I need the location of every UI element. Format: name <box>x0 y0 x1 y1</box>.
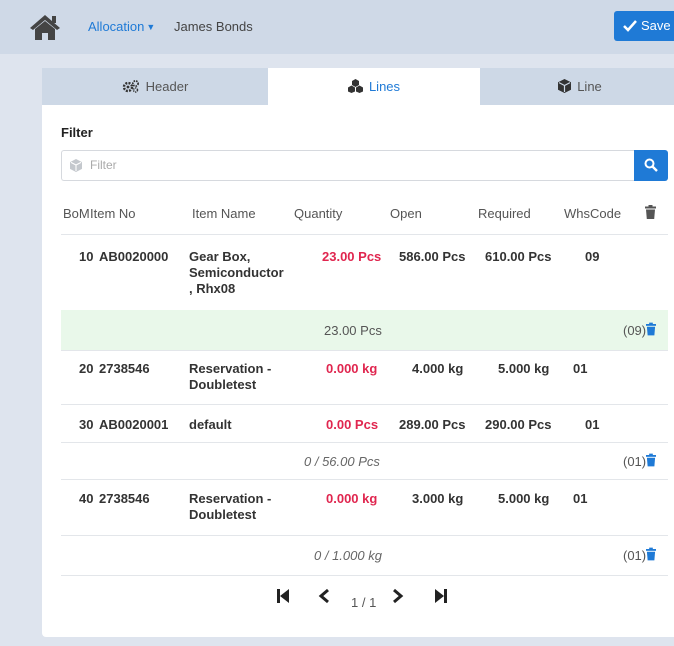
divider <box>61 234 668 235</box>
row-20-item-name: Reservation - Doubletest <box>189 361 271 393</box>
row-30-required: 290.00 Pcs <box>485 417 552 432</box>
divider <box>61 404 668 405</box>
filter-title: Filter <box>61 125 93 140</box>
row-40-bom: 40 <box>79 491 94 506</box>
row-10-required: 610.00 Pcs <box>485 249 552 264</box>
row-40-required: 5.000 kg <box>498 491 550 506</box>
row-10-bom: 10 <box>79 249 94 264</box>
row-10-quantity: 23.00 Pcs <box>322 249 382 264</box>
row-40-item-no[interactable]: 2738546 <box>99 491 150 506</box>
item-name-line: , Rhx08 <box>189 281 236 296</box>
chevron-down-icon: ▼ <box>146 22 156 32</box>
col-bom[interactable]: BoM <box>63 206 90 221</box>
row-30-sub-whs: (01) <box>623 454 647 469</box>
cube-icon <box>70 159 82 172</box>
row-20-quantity: 0.000 kg <box>326 361 378 376</box>
tab-header-label: Header <box>145 79 189 94</box>
tab-lines[interactable]: Lines <box>268 68 480 107</box>
divider <box>61 442 668 443</box>
row-20-bom: 20 <box>79 361 94 376</box>
top-bar: Allocation ▼ James Bonds Save <box>0 0 674 54</box>
cubes-icon <box>347 79 363 93</box>
lines-panel: Filter Filter BoM Item No Item Name Quan… <box>42 105 674 637</box>
row-20-item-no[interactable]: 2738546 <box>99 361 150 376</box>
trash-icon[interactable] <box>646 322 656 336</box>
row-20-required: 5.000 kg <box>498 361 550 376</box>
item-name-line: Semiconductor <box>189 265 284 280</box>
row-10-item-name: Gear Box, Semiconductor , Rhx08 <box>189 249 284 297</box>
last-page-icon[interactable] <box>434 588 448 604</box>
row-30-whscode: 01 <box>585 417 600 432</box>
row-30-quantity: 0.00 Pcs <box>326 417 379 432</box>
col-quantity[interactable]: Quantity <box>294 206 342 221</box>
filter-input[interactable]: Filter <box>61 150 634 181</box>
row-40-open: 3.000 kg <box>412 491 464 506</box>
row-30-item-name: default <box>189 417 232 432</box>
row-40-whscode: 01 <box>573 491 588 506</box>
row-10-sub-whs: (09) <box>623 323 647 338</box>
row-20-open: 4.000 kg <box>412 361 464 376</box>
col-open[interactable]: Open <box>390 206 422 221</box>
filter-placeholder: Filter <box>90 158 117 172</box>
page-indicator: 1 / 1 <box>351 595 377 610</box>
row-10-sub-quantity: 23.00 Pcs <box>324 323 382 338</box>
search-icon <box>644 158 658 172</box>
trash-icon[interactable] <box>645 205 656 219</box>
row-30-item-no[interactable]: AB0020001 <box>99 417 168 432</box>
next-page-icon[interactable] <box>392 588 404 604</box>
gears-icon <box>122 80 139 93</box>
row-20-whscode: 01 <box>573 361 588 376</box>
breadcrumb-allocation-label: Allocation <box>88 19 145 34</box>
col-item-name[interactable]: Item Name <box>192 206 256 221</box>
save-button[interactable]: Save <box>614 11 674 41</box>
row-40-sub-whs: (01) <box>623 548 647 563</box>
row-40-item-name: Reservation - Doubletest <box>189 491 271 523</box>
divider <box>61 350 668 351</box>
col-whscode[interactable]: WhsCode <box>564 206 621 221</box>
tab-lines-label: Lines <box>368 79 401 94</box>
previous-page-icon[interactable] <box>318 588 330 604</box>
row-30-bom: 30 <box>79 417 94 432</box>
divider <box>61 535 668 536</box>
item-name-line: Doubletest <box>189 507 257 522</box>
checkmark-icon <box>623 20 637 32</box>
item-name-line: Doubletest <box>189 377 257 392</box>
row-40-sub-quantity: 0 / 1.000 kg <box>314 548 382 563</box>
row-40-quantity: 0.000 kg <box>326 491 378 506</box>
item-name-line: Reservation - <box>189 491 272 506</box>
row-10-whscode: 09 <box>585 249 600 264</box>
tab-header[interactable]: Header <box>42 68 268 107</box>
row-10-item-no[interactable]: AB0020000 <box>99 249 168 264</box>
search-button[interactable] <box>634 150 668 181</box>
item-name-line: Gear Box, <box>189 249 251 264</box>
row-30-sub-quantity: 0 / 56.00 Pcs <box>304 454 380 469</box>
trash-icon[interactable] <box>646 547 656 561</box>
tab-line-label: Line <box>577 79 602 94</box>
first-page-icon[interactable] <box>276 588 290 604</box>
tab-line[interactable]: Line <box>480 68 674 107</box>
item-name-line: Reservation - <box>189 361 272 376</box>
cube-icon <box>558 79 572 93</box>
divider <box>61 479 668 480</box>
home-icon[interactable] <box>29 13 61 41</box>
divider <box>61 575 668 576</box>
breadcrumb-allocation-link[interactable]: Allocation ▼ <box>88 19 155 34</box>
col-item-no[interactable]: Item No <box>90 206 136 221</box>
col-required[interactable]: Required <box>478 206 531 221</box>
breadcrumb-name: James Bonds <box>174 19 253 34</box>
row-30-open: 289.00 Pcs <box>399 417 466 432</box>
trash-icon[interactable] <box>646 453 656 467</box>
row-10-open: 586.00 Pcs <box>399 249 466 264</box>
save-label: Save <box>641 18 671 33</box>
